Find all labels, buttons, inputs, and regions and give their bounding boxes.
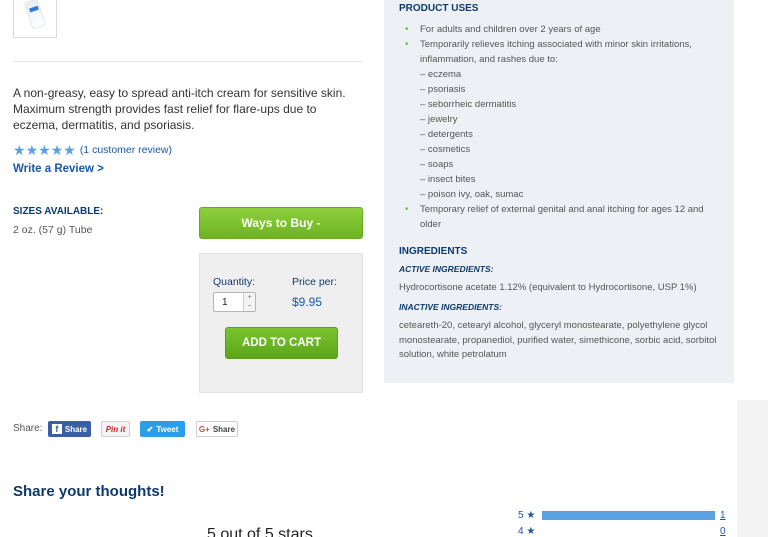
stepper-arrows-icon[interactable]: + − [243, 293, 255, 311]
review-count-link[interactable]: (1 customer review) [80, 144, 172, 156]
share-label: Share: [13, 423, 43, 434]
purchase-box: Quantity: Price per: 1 + − $9.95 ADD TO C… [199, 253, 363, 393]
list-item: Temporarily relieves itching associated … [405, 37, 723, 67]
sub-list-item: – soaps [420, 159, 454, 170]
ways-to-buy-button[interactable]: Ways to Buy - [199, 207, 363, 239]
sub-list-item: – eczema [420, 69, 462, 80]
product-uses-heading: PRODUCT USES [399, 3, 479, 14]
sub-list-item: – poison ivy, oak, sumac [420, 189, 524, 200]
twitter-bird-icon: ✔ [146, 424, 154, 434]
tweet-label: Tweet [156, 424, 179, 434]
rating-stars[interactable]: ★ ★ ★ ★ ★ (1 customer review) [13, 143, 172, 157]
product-info-panel: PRODUCT USES For adults and children ove… [384, 0, 734, 383]
active-ingredients-heading: ACTIVE INGREDIENTS: [399, 264, 494, 274]
star-icon: ★ [38, 142, 51, 158]
rating-bar [542, 511, 715, 520]
tweet-button[interactable]: ✔ Tweet [140, 421, 185, 437]
quantity-value[interactable]: 1 [222, 297, 228, 308]
rating-bar-fill [542, 511, 715, 520]
rating-bar [542, 527, 715, 536]
active-ingredients-text: Hydrocortisone acetate 1.12% (equivalent… [399, 282, 697, 293]
list-item: Temporary relief of external genital and… [405, 202, 723, 232]
product-description: A non-greasy, easy to spread anti-itch c… [13, 86, 346, 132]
sub-list-item: – psoriasis [420, 84, 466, 95]
product-uses-list: For adults and children over 2 years of … [405, 22, 723, 232]
google-share-button[interactable]: G+ Share [196, 421, 238, 437]
sub-list-item: – detergents [420, 129, 473, 140]
list-item: For adults and children over 2 years of … [405, 22, 723, 37]
product-thumbnail[interactable] [13, 0, 57, 38]
ingredients-heading: INGREDIENTS [399, 246, 468, 257]
rating-bar-row[interactable]: 4 ★ 0 [518, 526, 726, 537]
sizes-value: 2 oz. (57 g) Tube [13, 224, 93, 236]
write-review-link[interactable]: Write a Review > [13, 163, 104, 175]
facebook-share-label: Share [64, 424, 88, 434]
sub-list-item: – seborrheic dermatitis [420, 99, 517, 110]
facebook-icon: f [51, 424, 62, 434]
inactive-ingredients-text: ceteareth-20, cetearyl alcohol, glyceryl… [399, 320, 717, 360]
rating-bar-count[interactable]: 1 [720, 510, 726, 521]
rating-summary: 5 out of 5 stars [207, 526, 313, 537]
reviews-heading: Share your thoughts! [13, 483, 165, 500]
product-tube-image [24, 0, 46, 30]
google-plus-icon: G+ [198, 424, 210, 434]
rating-bar-stars: 4 ★ [518, 526, 536, 537]
price-value: $9.95 [292, 295, 323, 309]
sub-list-item: – jewelry [420, 114, 458, 125]
sub-list-item: – insect bites [420, 174, 476, 185]
divider [13, 61, 362, 62]
rating-bar-stars: 5 ★ [518, 510, 536, 521]
star-icon: ★ [63, 142, 76, 158]
star-icon: ★ [50, 142, 64, 158]
rating-bar-count[interactable]: 0 [720, 526, 726, 537]
facebook-share-button[interactable]: f Share [48, 421, 91, 437]
page-side-gutter [737, 400, 768, 537]
sizes-label: SIZES AVAILABLE: [13, 206, 104, 217]
star-icon: ★ [13, 142, 26, 158]
rating-bar-row[interactable]: 5 ★ 1 [518, 510, 726, 521]
star-icon: ★ [25, 142, 39, 158]
pinterest-button[interactable]: Pin it [101, 421, 130, 437]
inactive-ingredients-heading: INACTIVE INGREDIENTS: [399, 302, 502, 312]
quantity-stepper[interactable]: 1 + − [213, 292, 256, 312]
quantity-label: Quantity: [213, 276, 256, 288]
sub-list-item: – cosmetics [420, 144, 471, 155]
add-to-cart-button[interactable]: ADD TO CART [225, 327, 338, 359]
price-label: Price per: [292, 276, 337, 288]
google-share-label: Share [212, 424, 236, 434]
